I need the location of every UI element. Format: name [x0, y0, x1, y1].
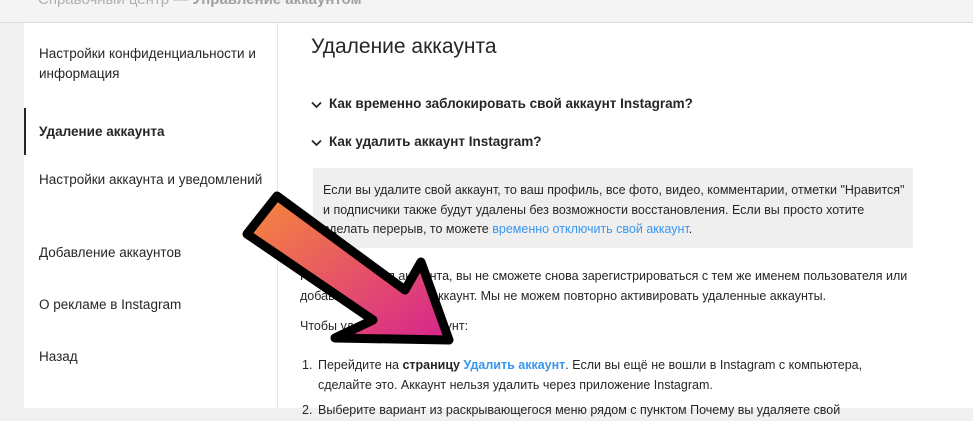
arrow-overlay-icon — [235, 186, 495, 356]
sidebar-item-delete-account[interactable]: Удаление аккаунта — [24, 108, 277, 155]
page-title: Удаление аккаунта — [311, 35, 497, 58]
breadcrumb-current: Управление аккаунтом — [192, 0, 361, 8]
step-number: 2. — [302, 403, 313, 417]
faq-question-delete-account[interactable]: Как удалить аккаунт Instagram? — [311, 134, 542, 150]
delete-account-link[interactable]: Удалить аккаунт — [463, 358, 565, 372]
faq-question-temporary-disable[interactable]: Как временно заблокировать свой аккаунт … — [311, 96, 693, 112]
breadcrumb: Справочный центр — Управление аккаунтом — [38, 0, 362, 8]
step-1-prefix: Перейдите на — [318, 358, 403, 372]
top-bar: Справочный центр — Управление аккаунтом — [0, 0, 973, 23]
chevron-down-icon — [311, 135, 323, 150]
step-number: 1. — [302, 358, 313, 372]
faq-question-label: Как удалить аккаунт Instagram? — [329, 134, 542, 149]
temporarily-disable-link[interactable]: временно отключить свой аккаунт — [492, 222, 689, 236]
step-2: 2. Выберите вариант из раскрывающегося ме… — [302, 401, 908, 421]
step-2-text: Выберите вариант из раскрывающегося меню… — [318, 403, 841, 417]
faq-question-label: Как временно заблокировать свой аккаунт … — [329, 96, 693, 111]
sidebar-item-privacy[interactable]: Настройки конфиденциальности и информаци… — [24, 44, 277, 84]
step-1-bold: страницу — [402, 358, 460, 372]
info-box-suffix: . — [688, 222, 693, 236]
breadcrumb-root[interactable]: Справочный центр — — [38, 0, 188, 8]
chevron-down-icon — [311, 97, 323, 112]
step-1: 1. Перейдите на страницу Удалить аккаунт.… — [302, 356, 908, 395]
